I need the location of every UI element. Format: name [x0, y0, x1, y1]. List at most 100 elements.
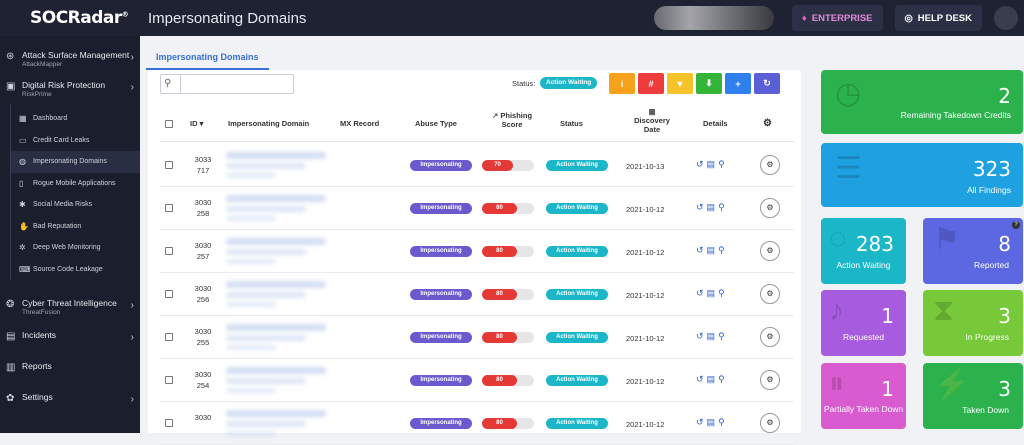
search-icon[interactable]: ⚲ — [718, 374, 725, 385]
history-icon[interactable]: ↺ — [696, 159, 704, 170]
row-settings-button[interactable]: ⚙ — [760, 370, 780, 390]
domain-redacted[interactable] — [226, 238, 326, 245]
sidebar-item-source-code[interactable]: ⌨ Source Code Leakage — [11, 259, 140, 281]
info-button[interactable]: i — [609, 73, 635, 94]
select-all-checkbox[interactable] — [165, 120, 173, 128]
table-row[interactable]: 3030 Impersonating 80 Action Waiting 2021-10… — [160, 402, 794, 445]
sidebar-item-impersonating-domains[interactable]: ◍ Impersonating Domains — [11, 151, 140, 173]
status-filter-badge[interactable]: Action Waiting — [540, 77, 598, 89]
row-settings-button[interactable]: ⚙ — [760, 241, 780, 261]
document-icon[interactable]: ▤ — [707, 417, 716, 428]
sidebar-group-reports[interactable]: ▥ Reports — [0, 343, 140, 374]
row-checkbox[interactable] — [165, 333, 173, 341]
history-icon[interactable]: ↺ — [696, 331, 704, 342]
download-button[interactable]: ⬇ — [696, 73, 722, 94]
history-icon[interactable]: ↺ — [696, 417, 704, 428]
avatar[interactable] — [994, 6, 1018, 30]
domain-redacted[interactable] — [226, 195, 326, 202]
mx-column-header[interactable]: MX Record — [340, 119, 379, 128]
row-checkbox[interactable] — [165, 290, 173, 298]
status-badge[interactable]: Action Waiting — [546, 332, 608, 343]
row-checkbox[interactable] — [165, 419, 173, 427]
table-row[interactable]: 3030 258 Impersonating 80 Action Waiting 2021… — [160, 187, 794, 230]
stat-in-progress[interactable]: ⧗ 3 In Progress — [923, 290, 1023, 356]
document-icon[interactable]: ▤ — [707, 288, 716, 299]
search-icon[interactable]: ⚲ — [718, 159, 725, 170]
status-badge[interactable]: Action Waiting — [546, 160, 608, 171]
status-badge[interactable]: Action Waiting — [546, 246, 608, 257]
status-badge[interactable]: Action Waiting — [546, 289, 608, 300]
sidebar-item-deep-web[interactable]: ✲ Deep Web Monitoring — [11, 237, 140, 259]
table-row[interactable]: 3030 255 Impersonating 80 Action Waiting 2021… — [160, 316, 794, 359]
sidebar-item-credit-card-leaks[interactable]: ▭ Credit Card Leaks — [11, 130, 140, 152]
document-icon[interactable]: ▤ — [707, 374, 716, 385]
sidebar-item-dashboard[interactable]: ▦ Dashboard — [11, 108, 140, 130]
row-settings-button[interactable]: ⚙ — [760, 284, 780, 304]
status-badge[interactable]: Action Waiting — [546, 203, 608, 214]
history-icon[interactable]: ↺ — [696, 245, 704, 256]
hash-button[interactable]: # — [638, 73, 664, 94]
phishing-score-column-header[interactable]: ↗ Phishing Score — [482, 111, 542, 129]
sidebar-item-bad-reputation[interactable]: ✋ Bad Reputation — [11, 216, 140, 238]
search-icon[interactable]: ⚲ — [718, 288, 725, 299]
enterprise-button[interactable]: ♦ ENTERPRISE — [791, 5, 883, 31]
refresh-button[interactable]: ↻ — [754, 73, 780, 94]
table-row[interactable]: 3030 254 Impersonating 80 Action Waiting 2021… — [160, 359, 794, 402]
domain-redacted[interactable] — [226, 324, 326, 331]
search-input[interactable]: ⚲ — [160, 74, 294, 94]
tab-impersonating-domains[interactable]: Impersonating Domains — [146, 52, 269, 70]
document-icon[interactable]: ▤ — [707, 202, 716, 213]
row-checkbox[interactable] — [165, 204, 173, 212]
domain-column-header[interactable]: Impersonating Domain — [228, 119, 309, 128]
sidebar-group-settings[interactable]: ✿ Settings › — [0, 374, 140, 405]
sidebar-group-digital-risk[interactable]: ▣ Digital Risk Protection RiskPrime › — [0, 68, 140, 98]
help-icon[interactable]: ? — [1012, 221, 1020, 229]
row-settings-button[interactable]: ⚙ — [760, 155, 780, 175]
sidebar-group-attack-surface[interactable]: ⊛ Attack Surface Management AttackMapper … — [0, 36, 140, 68]
document-icon[interactable]: ▤ — [707, 245, 716, 256]
search-icon[interactable]: ⚲ — [718, 245, 725, 256]
sidebar-item-social-media[interactable]: ✱ Social Media Risks — [11, 194, 140, 216]
id-column-header[interactable]: ID ▾ — [190, 119, 203, 128]
add-button[interactable]: + — [725, 73, 751, 94]
stat-requested[interactable]: ♪ 1 Requested — [821, 290, 906, 356]
row-checkbox[interactable] — [165, 161, 173, 169]
domain-redacted[interactable] — [226, 152, 326, 159]
status-column-header[interactable]: Status — [560, 119, 583, 128]
document-icon[interactable]: ▤ — [707, 331, 716, 342]
row-settings-button[interactable]: ⚙ — [760, 327, 780, 347]
row-checkbox[interactable] — [165, 247, 173, 255]
stat-taken-down[interactable]: ⚡ 3 Taken Down — [923, 363, 1023, 429]
search-icon[interactable]: ⚲ — [718, 417, 725, 428]
stat-remaining-credits[interactable]: ◷ 2 Remaining Takedown Credits — [821, 70, 1023, 134]
table-row[interactable]: 3033 717 Impersonating 70 Action Waiting 2021… — [160, 144, 794, 187]
table-row[interactable]: 3030 257 Impersonating 80 Action Waiting 2021… — [160, 230, 794, 273]
status-badge[interactable]: Action Waiting — [546, 375, 608, 386]
domain-redacted[interactable] — [226, 281, 326, 288]
user-name-blurred[interactable] — [653, 6, 774, 30]
row-settings-button[interactable]: ⚙ — [760, 198, 780, 218]
search-icon[interactable]: ⚲ — [718, 202, 725, 213]
status-badge[interactable]: Action Waiting — [546, 418, 608, 429]
table-row[interactable]: 3030 256 Impersonating 80 Action Waiting 2021… — [160, 273, 794, 316]
document-icon[interactable]: ▤ — [707, 159, 716, 170]
history-icon[interactable]: ↺ — [696, 374, 704, 385]
sidebar-item-rogue-mobile[interactable]: ▯ Rogue Mobile Applications — [11, 173, 140, 195]
stat-action-waiting[interactable]: ◌ 283 Action Waiting — [821, 218, 906, 284]
abuse-type-column-header[interactable]: Abuse Type — [415, 119, 457, 128]
domain-redacted[interactable] — [226, 410, 326, 417]
row-settings-button[interactable]: ⚙ — [760, 413, 780, 433]
discovery-date-column-header[interactable]: ▦ Discovery Date — [622, 107, 682, 134]
stat-reported[interactable]: ⚑ ? 8 Reported — [923, 218, 1023, 284]
sidebar-group-cti[interactable]: ❂ Cyber Threat Intelligence ThreatFusion … — [0, 280, 140, 316]
column-settings-icon[interactable]: ⚙ — [763, 118, 772, 129]
help-desk-button[interactable]: ◎ HELP DESK — [894, 5, 982, 31]
filter-button[interactable]: ▼ — [667, 73, 693, 94]
history-icon[interactable]: ↺ — [696, 288, 704, 299]
stat-partially-taken-down[interactable]: ⏸ 1 Partially Taken Down — [821, 363, 906, 429]
row-checkbox[interactable] — [165, 376, 173, 384]
search-icon[interactable]: ⚲ — [718, 331, 725, 342]
sidebar-group-incidents[interactable]: ▤ Incidents › — [0, 316, 140, 343]
domain-redacted[interactable] — [226, 367, 326, 374]
stat-all-findings[interactable]: ☰ 323 All Findings — [821, 143, 1023, 207]
